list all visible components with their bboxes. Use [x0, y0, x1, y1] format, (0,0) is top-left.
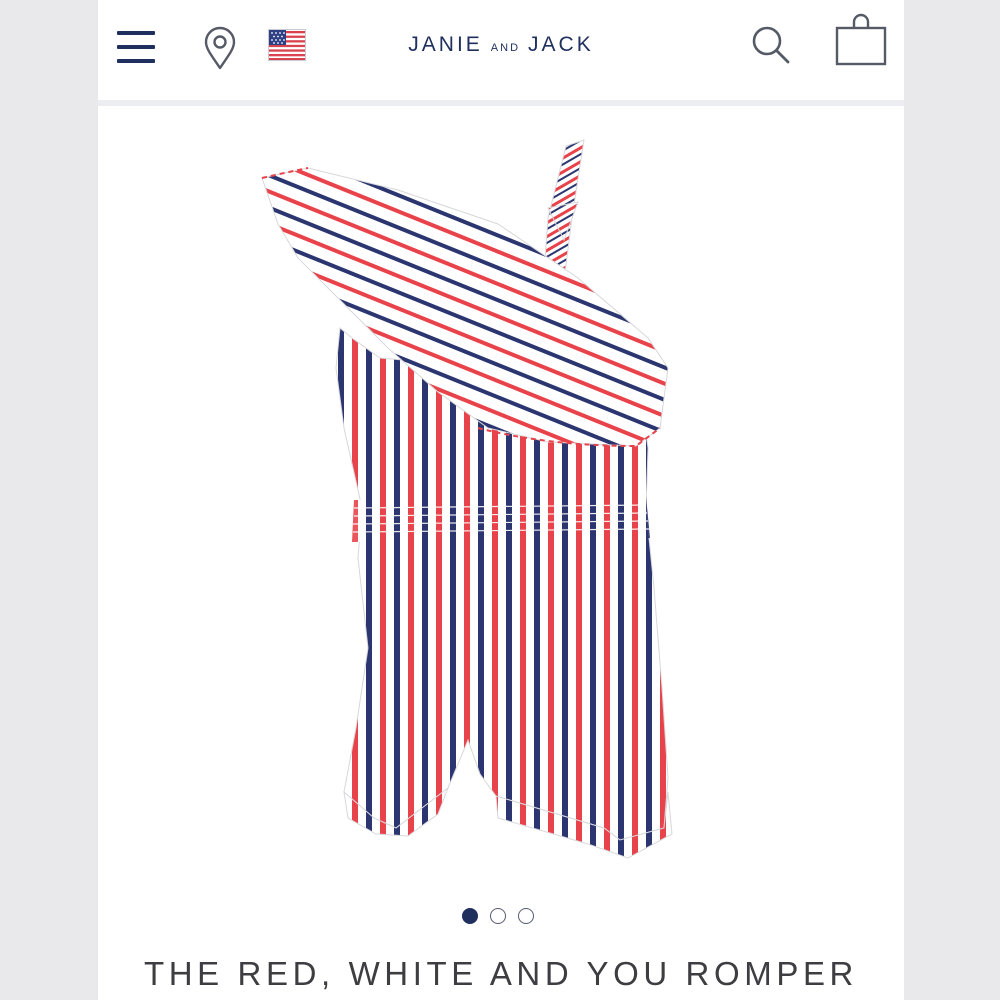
us-flag-icon[interactable]	[268, 29, 306, 61]
brand-word-secondary: JACK	[528, 33, 594, 56]
search-icon[interactable]	[750, 24, 792, 66]
carousel-dot-1[interactable]	[462, 908, 478, 924]
brand-word-primary: JANIE	[408, 33, 483, 56]
carousel-dot-3[interactable]	[518, 908, 534, 924]
header-divider	[98, 100, 904, 106]
hamburger-menu-icon[interactable]	[116, 28, 156, 66]
location-pin-icon[interactable]	[202, 26, 238, 70]
brand-word-connector: AND	[490, 42, 521, 54]
site-header: JANIE AND JACK	[98, 0, 904, 100]
carousel-dot-2[interactable]	[490, 908, 506, 924]
carousel-pagination	[462, 906, 542, 926]
product-title: THE RED, WHITE AND YOU ROMPER	[143, 955, 858, 992]
brand-logo[interactable]: JANIE AND JACK	[348, 30, 654, 60]
product-image[interactable]	[248, 128, 754, 892]
mobile-page: JANIE AND JACK THE RED, WHITE AND YOU RO…	[98, 0, 904, 1000]
shopping-bag-icon[interactable]	[834, 12, 888, 66]
